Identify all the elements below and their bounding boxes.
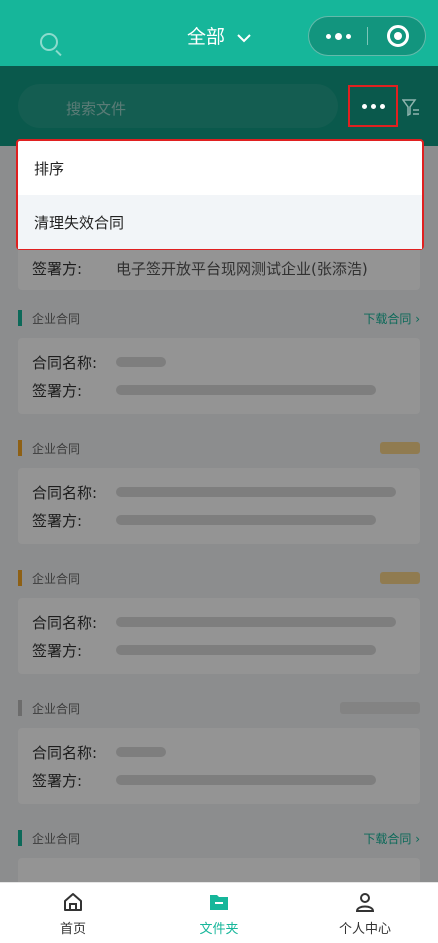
capsule-close-icon[interactable] (387, 25, 409, 47)
mini-program-capsule (308, 16, 426, 56)
header-title: 全部 (186, 26, 225, 48)
search-icon (40, 33, 58, 51)
tab-home[interactable]: 首页 (0, 883, 146, 943)
menu-item-clear-invalid[interactable]: 清理失效合同 (18, 195, 422, 249)
home-icon (64, 892, 82, 911)
capsule-more-icon[interactable] (309, 17, 367, 55)
filter-icon[interactable] (402, 98, 420, 118)
app-header: 全部 (0, 0, 438, 66)
user-icon (355, 892, 375, 912)
tab-folder[interactable]: 文件夹 (146, 883, 292, 943)
more-options-button[interactable] (348, 85, 398, 127)
bottom-tabbar: 首页 文件夹 个人中心 (0, 882, 438, 943)
capsule-divider (367, 27, 368, 45)
more-options-menu: 排序 清理失效合同 (16, 139, 424, 250)
folder-icon (210, 894, 228, 910)
chevron-down-icon (237, 33, 251, 42)
tab-label: 个人中心 (338, 921, 391, 937)
tab-label: 首页 (59, 921, 86, 937)
menu-item-sort[interactable]: 排序 (18, 141, 422, 195)
tab-profile[interactable]: 个人中心 (292, 883, 438, 943)
tab-label: 文件夹 (199, 921, 239, 937)
